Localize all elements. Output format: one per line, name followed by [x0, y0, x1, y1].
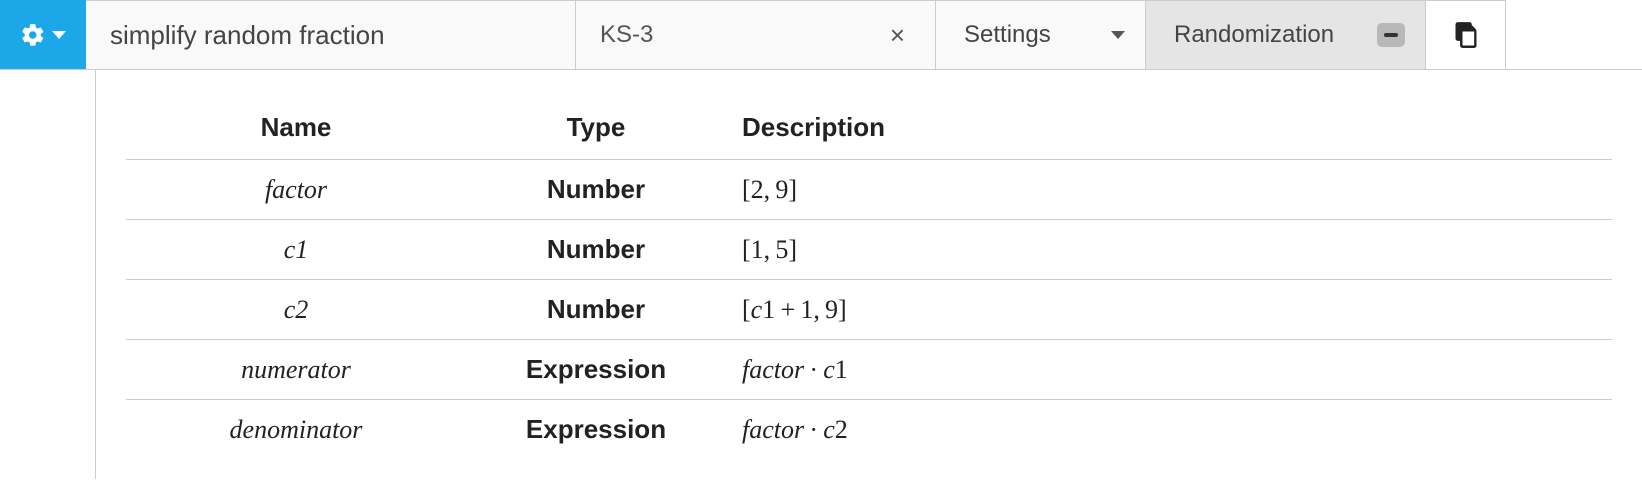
- variable-type: Expression: [466, 400, 726, 460]
- chevron-down-icon: [1111, 31, 1125, 39]
- variable-description: factor · c2: [726, 400, 1612, 460]
- variable-type: Number: [466, 160, 726, 220]
- variable-type: Expression: [466, 340, 726, 400]
- toolbar: simplify random fraction KS-3 × Settings…: [0, 0, 1642, 70]
- table-row[interactable]: c1Number[1, 5]: [126, 220, 1612, 280]
- collapse-icon: [1377, 23, 1405, 47]
- table-row[interactable]: numeratorExpressionfactor · c1: [126, 340, 1612, 400]
- table-row[interactable]: denominatorExpressionfactor · c2: [126, 400, 1612, 460]
- question-title-text: simplify random fraction: [110, 20, 385, 51]
- randomization-panel-toggle[interactable]: Randomization: [1146, 0, 1426, 69]
- header-description: Description: [726, 100, 1612, 160]
- variable-type: Number: [466, 220, 726, 280]
- table-row[interactable]: factorNumber[2, 9]: [126, 160, 1612, 220]
- variable-name: c2: [126, 280, 466, 340]
- variable-description: [1, 5]: [726, 220, 1612, 280]
- variable-description: [2, 9]: [726, 160, 1612, 220]
- variable-description: factor · c1: [726, 340, 1612, 400]
- variable-name: numerator: [126, 340, 466, 400]
- chevron-down-icon: [52, 31, 66, 39]
- variable-name: factor: [126, 160, 466, 220]
- variable-description: [c1 + 1, 9]: [726, 280, 1612, 340]
- variable-type: Number: [466, 280, 726, 340]
- table-header-row: Name Type Description: [126, 100, 1612, 160]
- header-name: Name: [126, 100, 466, 160]
- table-row[interactable]: c2Number[c1 + 1, 9]: [126, 280, 1612, 340]
- settings-dropdown[interactable]: Settings: [936, 0, 1146, 69]
- tag-chip[interactable]: KS-3 ×: [576, 0, 936, 69]
- variable-name: denominator: [126, 400, 466, 460]
- header-type: Type: [466, 100, 726, 160]
- settings-label: Settings: [964, 21, 1051, 49]
- gear-icon: [20, 22, 46, 48]
- variable-name: c1: [126, 220, 466, 280]
- copy-icon: [1452, 21, 1480, 49]
- randomization-panel: Name Type Description factorNumber[2, 9]…: [95, 70, 1642, 479]
- variables-table: Name Type Description factorNumber[2, 9]…: [126, 100, 1612, 459]
- tag-label: KS-3: [600, 21, 653, 49]
- close-icon[interactable]: ×: [884, 20, 911, 51]
- randomization-label: Randomization: [1174, 21, 1334, 49]
- question-title-input[interactable]: simplify random fraction: [86, 0, 576, 69]
- duplicate-button[interactable]: [1426, 0, 1506, 69]
- options-menu-button[interactable]: [0, 0, 86, 69]
